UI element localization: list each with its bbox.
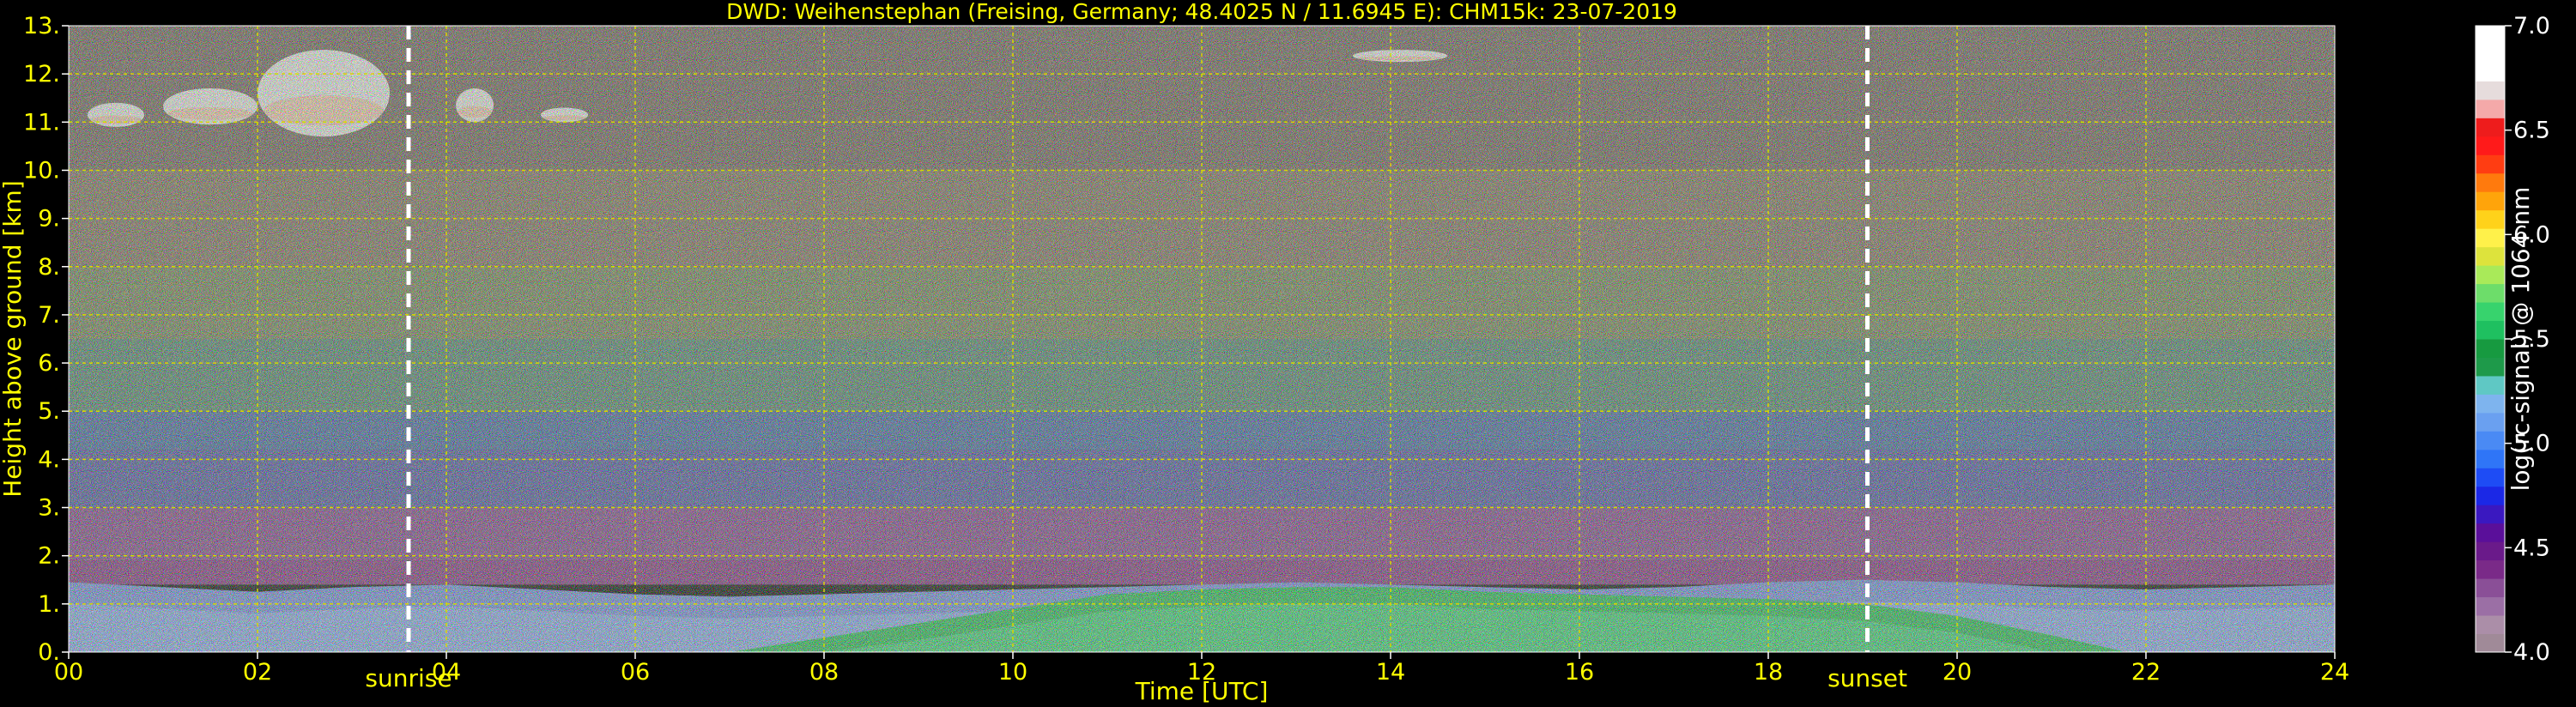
y-tick-label-10: 10. xyxy=(23,157,60,184)
colorbar-segment-19 xyxy=(2476,283,2505,303)
x-tick-label-8: 16 xyxy=(1565,659,1594,686)
colorbar-segment-8 xyxy=(2476,486,2505,505)
y-tick-label-9: 9. xyxy=(38,206,60,233)
colorbar-tick-label-6: 7.0 xyxy=(2513,13,2550,39)
y-tick-label-0: 0. xyxy=(38,639,60,666)
colorbar-segment-32 xyxy=(2476,44,2505,63)
x-tick-label-9: 18 xyxy=(1754,659,1783,686)
chart-title: DWD: Weihenstephan (Freising, Germany; 4… xyxy=(726,0,1677,24)
colorbar-segment-15 xyxy=(2476,357,2505,377)
colorbar-segment-30 xyxy=(2476,81,2505,100)
colorbar-segment-22 xyxy=(2476,228,2505,248)
y-axis-label: Height above ground [km] xyxy=(0,180,27,498)
ceilometer-figure: sunrise sunset 00 02 04 06 08 10 12 14 16 18 20 22 24… xyxy=(0,0,2576,707)
colorbar-segment-12 xyxy=(2476,412,2505,432)
colorbar-segment-20 xyxy=(2476,265,2505,285)
y-tick-label-7: 7. xyxy=(38,302,60,329)
colorbar-segment-3 xyxy=(2476,578,2505,598)
colorbar-segment-17 xyxy=(2476,320,2505,340)
x-tick-label-11: 22 xyxy=(2131,659,2161,686)
x-tick-label-12: 24 xyxy=(2320,659,2349,686)
chart-svg: sunrise sunset 00 02 04 06 08 10 12 14 16 18 20 22 24… xyxy=(0,0,2550,705)
colorbar-segment-21 xyxy=(2476,246,2505,266)
colorbar-segment-23 xyxy=(2476,209,2505,229)
y-tick-label-4: 4. xyxy=(38,446,60,473)
colorbar-segment-31 xyxy=(2476,62,2505,82)
colorbar-segment-2 xyxy=(2476,596,2505,616)
colorbar-segment-26 xyxy=(2476,154,2505,174)
x-tick-label-2: 04 xyxy=(432,659,461,686)
colorbar-segment-13 xyxy=(2476,394,2505,414)
x-tick-label-1: 02 xyxy=(243,659,272,686)
x-tick-label-7: 14 xyxy=(1376,659,1405,686)
colorbar-segment-27 xyxy=(2476,136,2505,155)
y-tick-label-2: 2. xyxy=(38,543,60,570)
colorbar-segment-16 xyxy=(2476,339,2505,358)
x-tick-label-10: 20 xyxy=(1943,659,1972,686)
colorbar-segment-9 xyxy=(2476,468,2505,487)
y-tick-label-13: 13. xyxy=(23,13,60,39)
colorbar-segment-1 xyxy=(2476,615,2505,635)
colorbar-tick-label-5: 6.5 xyxy=(2513,118,2550,144)
colorbar-segment-5 xyxy=(2476,541,2505,561)
colorbar-segment-7 xyxy=(2476,505,2505,524)
x-tick-label-4: 08 xyxy=(809,659,839,686)
y-ticks: 0. 1. 2. 3. 4. 5. 6. 7. 8. 9. 10. 11. 12. 13. xyxy=(23,13,69,666)
colorbar-segment-11 xyxy=(2476,431,2505,450)
colorbar-segment-29 xyxy=(2476,99,2505,118)
y-tick-label-1: 1. xyxy=(38,591,60,618)
colorbar-segment-0 xyxy=(2476,633,2505,653)
x-tick-label-5: 10 xyxy=(998,659,1027,686)
colorbar-segment-6 xyxy=(2476,523,2505,542)
colorbar-segment-4 xyxy=(2476,559,2505,579)
colorbar-segment-14 xyxy=(2476,375,2505,395)
colorbar-segment-25 xyxy=(2476,172,2505,192)
x-axis-label: Time [UTC] xyxy=(1135,677,1269,705)
colorbar-segment-10 xyxy=(2476,449,2505,468)
y-tick-label-3: 3. xyxy=(38,495,60,522)
colorbar-tick-label-1: 4.5 xyxy=(2513,535,2550,561)
colorbar-segment-18 xyxy=(2476,302,2505,322)
y-tick-label-8: 8. xyxy=(38,254,60,281)
colorbar-segment-24 xyxy=(2476,191,2505,211)
event-label-sunset: sunset xyxy=(1827,664,1907,692)
colorbar-tick-label-0: 4.0 xyxy=(2513,639,2550,666)
y-tick-label-5: 5. xyxy=(38,398,60,425)
x-tick-label-3: 06 xyxy=(621,659,650,686)
colorbar-label: log(rc-signal) @ 1064 nm xyxy=(2506,187,2535,492)
y-tick-label-12: 12. xyxy=(23,61,60,88)
colorbar-segment-28 xyxy=(2476,118,2505,137)
y-tick-label-11: 11. xyxy=(23,109,60,136)
y-tick-label-6: 6. xyxy=(38,350,60,377)
colorbar-segment-33 xyxy=(2476,26,2505,45)
